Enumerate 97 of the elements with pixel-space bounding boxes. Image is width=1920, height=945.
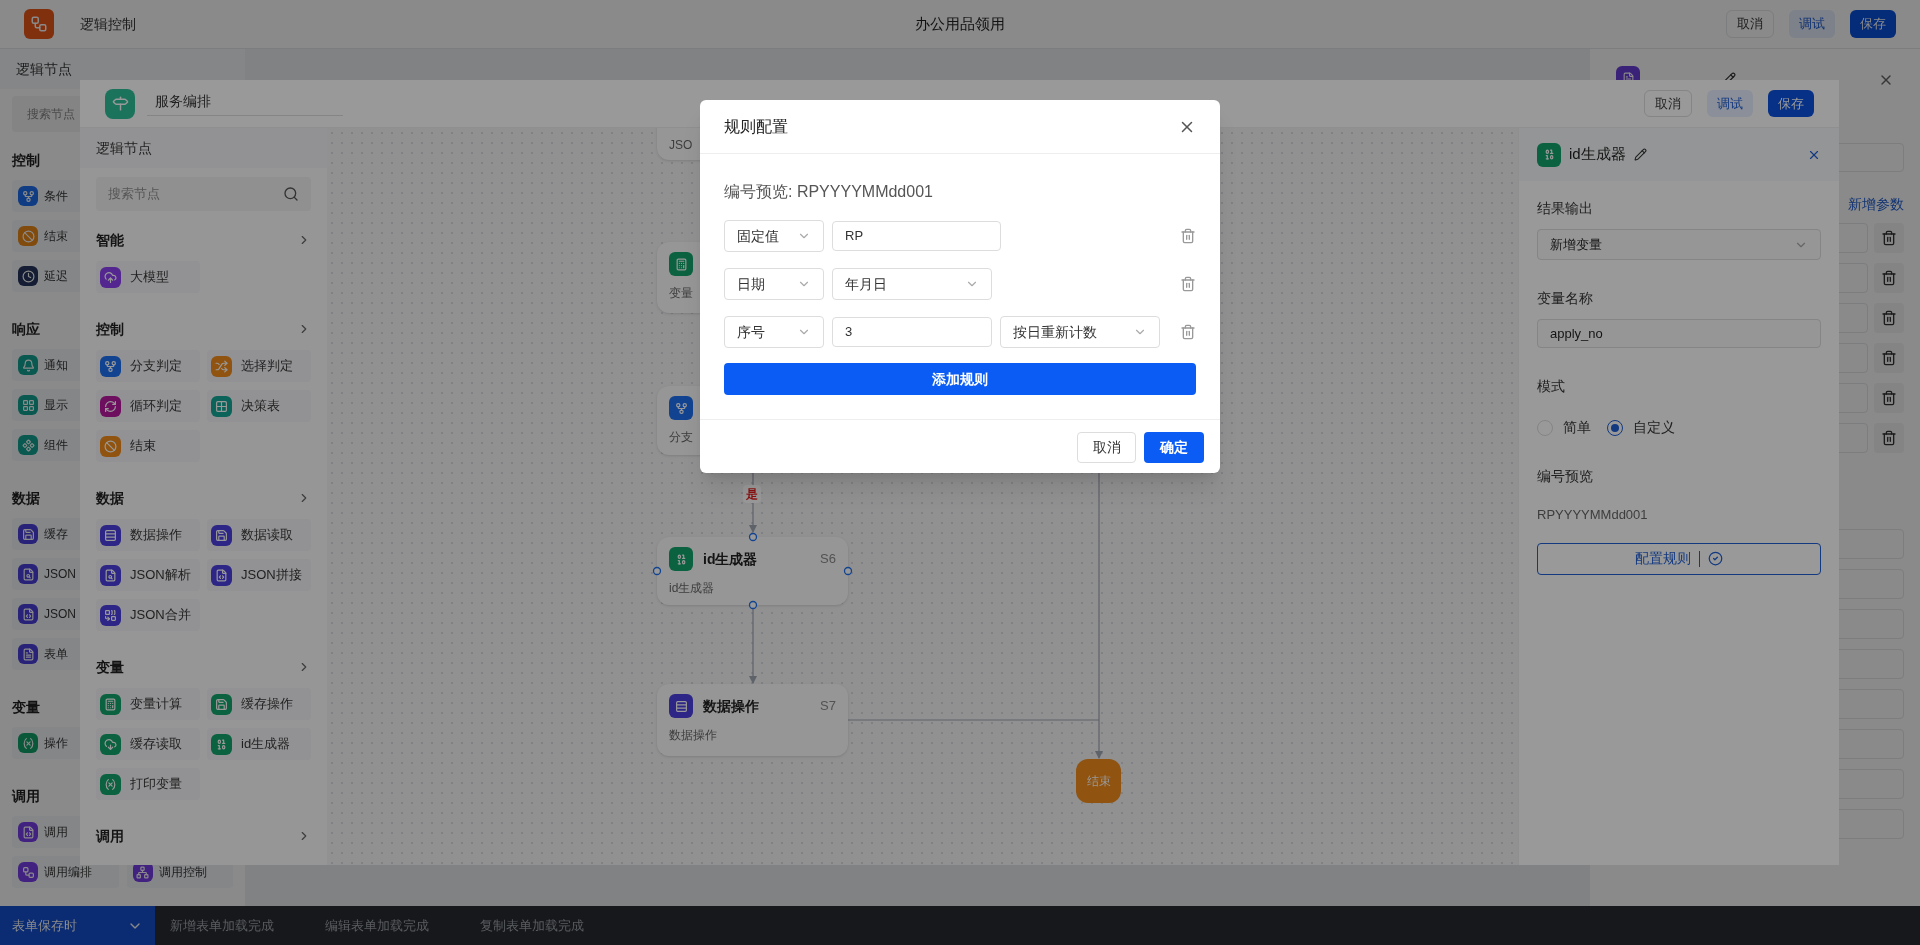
trash-icon — [1180, 276, 1196, 292]
panel-title: 逻辑节点 — [16, 59, 72, 79]
node-item[interactable]: 大模型 — [96, 261, 200, 293]
input-field[interactable]: RP — [832, 221, 1001, 251]
group-title: 调用 — [12, 786, 40, 806]
node-subtitle: 分支 — [669, 429, 693, 446]
panel-title: 逻辑节点 — [96, 138, 152, 158]
add-rule-button[interactable]: 添加规则 — [724, 363, 1196, 395]
delete-button[interactable] — [1874, 303, 1904, 333]
trash-icon — [1881, 230, 1897, 246]
node-item[interactable]: JSON合并 — [96, 599, 200, 631]
trash-icon — [1180, 228, 1196, 244]
node-title: 数据操作 — [703, 696, 759, 716]
logo-icon — [24, 9, 54, 39]
delete-button[interactable] — [1180, 323, 1196, 341]
node-code: S7 — [820, 697, 836, 716]
toolbar-button[interactable]: 调试 — [1789, 10, 1835, 38]
group-title: 数据 — [12, 488, 40, 508]
group-title: 响应 — [12, 319, 40, 339]
cancel-button[interactable]: 取消 — [1077, 432, 1136, 463]
rule-type-select[interactable]: 固定值 — [724, 220, 824, 252]
panel-title: id生成器 — [1569, 144, 1626, 165]
toolbar-button[interactable]: 取消 — [1726, 10, 1774, 38]
node-card[interactable]: id生成器 S6 id生成器 — [657, 537, 848, 605]
delete-button[interactable] — [1874, 383, 1904, 413]
rule-type-select[interactable]: 序号 — [724, 316, 824, 348]
toolbar-button[interactable]: 保存 — [1768, 90, 1814, 117]
delete-button[interactable] — [1874, 423, 1904, 453]
node-item[interactable]: 分支判定 — [96, 350, 200, 382]
event-tab[interactable]: 新增表单加载完成 — [155, 906, 310, 945]
signpost-icon — [105, 88, 135, 119]
toolbar-button[interactable]: 调试 — [1707, 90, 1753, 117]
select-field[interactable]: 新增变量 — [1537, 229, 1821, 260]
field-label: 模式 — [1537, 377, 1566, 396]
group-title: 变量 — [12, 697, 40, 717]
edit-icon[interactable] — [1633, 148, 1647, 161]
add-parameter-link[interactable]: 新增参数 — [1848, 194, 1904, 215]
trash-icon — [1881, 350, 1897, 366]
page-title: 办公用品领用 — [915, 13, 1005, 34]
node-item[interactable]: JSON解析 — [96, 559, 200, 591]
field-label: 结果输出 — [1537, 199, 1594, 218]
node-item[interactable]: 结束 — [96, 430, 200, 462]
toolbar-button[interactable]: 取消 — [1644, 90, 1692, 117]
trash-icon — [1881, 430, 1897, 446]
input-field[interactable]: apply_no — [1537, 319, 1821, 348]
field-label: 编号预览 — [1537, 467, 1594, 486]
radio-label: 简单 — [1563, 418, 1591, 437]
title-field[interactable]: 服务编排 — [147, 91, 343, 116]
preview-value: RPYYYYMMdd001 — [1537, 506, 1649, 524]
trigger-select[interactable]: 表单保存时 — [0, 906, 155, 945]
delete-button[interactable] — [1180, 275, 1196, 293]
trash-icon — [1881, 270, 1897, 286]
delete-button[interactable] — [1180, 227, 1196, 245]
trash-icon — [1180, 324, 1196, 340]
radio-label: 自定义 — [1633, 418, 1675, 437]
field-label: 变量名称 — [1537, 289, 1594, 308]
check-icon — [1708, 551, 1723, 566]
node-card[interactable]: 数据操作 S7 数据操作 — [657, 684, 848, 756]
toolbar-button[interactable]: 保存 — [1850, 10, 1896, 38]
group-title: 控制 — [12, 150, 40, 170]
node-item[interactable]: 数据操作 — [96, 519, 200, 551]
node-subtitle: 数据操作 — [669, 727, 717, 744]
trash-icon — [1881, 310, 1897, 326]
preview-text: 编号预览: RPYYYYMMdd001 — [724, 182, 934, 202]
configure-rules-button[interactable]: 配置规则 — [1537, 542, 1821, 575]
search-icon[interactable] — [283, 186, 299, 202]
delete-button[interactable] — [1874, 343, 1904, 373]
node-title: id生成器 — [703, 549, 758, 569]
node-item[interactable]: 缓存操作 — [207, 688, 311, 720]
node-item[interactable]: 打印变量 — [96, 768, 200, 800]
node-item[interactable]: 变量计算 — [96, 688, 200, 720]
node-subtitle: JSO — [669, 137, 693, 154]
dialog-title: 规则配置 — [724, 116, 788, 137]
confirm-button[interactable]: 确定 — [1144, 432, 1204, 463]
node-item[interactable]: 循环判定 — [96, 390, 200, 422]
node-item[interactable]: JSON拼接 — [207, 559, 311, 591]
input-field[interactable]: 3 — [832, 317, 992, 347]
node-subtitle: 变量 — [669, 285, 693, 302]
app-title: 逻辑控制 — [80, 14, 136, 34]
node-item[interactable]: 缓存读取 — [96, 728, 200, 760]
node-item[interactable]: 决策表 — [207, 390, 311, 422]
trash-icon — [1881, 390, 1897, 406]
node-subtitle: id生成器 — [669, 580, 715, 597]
node-item[interactable]: 选择判定 — [207, 350, 311, 382]
edge-label: 是 — [743, 485, 761, 503]
event-tab[interactable]: 编辑表单加载完成 — [310, 906, 465, 945]
delete-button[interactable] — [1874, 223, 1904, 253]
node-item[interactable]: 数据读取 — [207, 519, 311, 551]
select-field[interactable]: 按日重新计数 — [1000, 316, 1160, 348]
event-tab[interactable]: 复制表单加载完成 — [465, 906, 620, 945]
select-field[interactable]: 年月日 — [832, 268, 992, 300]
rule-type-select[interactable]: 日期 — [724, 268, 824, 300]
group-title: 控制 — [96, 319, 124, 339]
node-item[interactable]: id生成器 — [207, 728, 311, 760]
group-title: 数据 — [96, 488, 124, 508]
node-code: S6 — [820, 550, 836, 569]
delete-button[interactable] — [1874, 263, 1904, 293]
